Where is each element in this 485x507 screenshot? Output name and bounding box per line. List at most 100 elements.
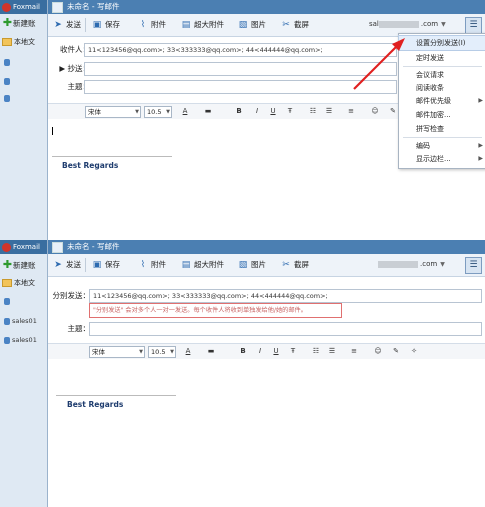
menu-item-label: 定时发送 bbox=[416, 54, 444, 62]
local-folder[interactable]: 本地文 bbox=[2, 277, 46, 290]
masked-account bbox=[378, 20, 419, 28]
menu-item-encoding[interactable]: 编码 ▶ bbox=[399, 139, 485, 153]
picture-label: 图片 bbox=[251, 260, 266, 269]
numbered-list-icon[interactable]: ☰ bbox=[327, 347, 337, 356]
attach-button[interactable]: ⌇ 附件 bbox=[138, 19, 166, 31]
account-item[interactable] bbox=[4, 56, 46, 68]
underline-icon[interactable]: U bbox=[268, 107, 278, 116]
italic-icon[interactable]: I bbox=[255, 347, 265, 356]
local-folder[interactable]: 本地文 bbox=[2, 36, 46, 49]
picture-button[interactable]: ▧ 图片 bbox=[238, 259, 266, 271]
screenshot-button[interactable]: ✂ 截屏 bbox=[281, 19, 309, 31]
size-value: 10.5 bbox=[147, 108, 162, 116]
hamburger-menu-icon[interactable]: ☰ bbox=[465, 17, 482, 34]
chevron-down-icon: ▼ bbox=[441, 21, 446, 28]
font-select[interactable]: 宋体 ▼ bbox=[89, 346, 145, 358]
menu-item-spellcheck[interactable]: 拼写检查 bbox=[399, 122, 485, 136]
account-icon bbox=[4, 77, 10, 85]
format-toolbar: 宋体 ▼ 10.5 ▼ A ▬ B I U Ŧ ☷ ☰ ≡ ☺ ✎ ✧ bbox=[48, 343, 485, 360]
emoji-icon[interactable]: ☺ bbox=[370, 107, 380, 116]
emoji-icon[interactable]: ☺ bbox=[373, 347, 383, 356]
chevron-right-icon: ▶ bbox=[478, 142, 483, 149]
app-title-bar: Foxmail bbox=[0, 240, 47, 254]
send-button[interactable]: ➤ 发送 bbox=[53, 259, 81, 271]
picture-label: 图片 bbox=[251, 20, 266, 29]
account-suffix: .com bbox=[420, 260, 438, 268]
insert-icon[interactable]: ✎ bbox=[391, 347, 401, 356]
compose-window-separate-send: Foxmail ✚新建账 本地文 sales01 sales01 未命名 - 写… bbox=[0, 240, 485, 507]
insert-icon[interactable]: ✎ bbox=[388, 107, 398, 116]
paper-plane-icon: ➤ bbox=[54, 259, 62, 270]
main-sidebar: Foxmail ✚新建账 本地文 bbox=[0, 0, 48, 240]
picture-button[interactable]: ▧ 图片 bbox=[238, 19, 266, 31]
size-select[interactable]: 10.5 ▼ bbox=[144, 106, 172, 118]
signature-text: Best Regards bbox=[62, 161, 119, 170]
bold-icon[interactable]: B bbox=[234, 107, 244, 116]
menu-item-priority[interactable]: 邮件优先级 ▶ bbox=[399, 94, 485, 108]
window-title: 未命名 - 写邮件 bbox=[67, 242, 120, 251]
send-label: 发送 bbox=[66, 260, 81, 269]
strikethrough-icon[interactable]: Ŧ bbox=[288, 347, 298, 356]
size-select[interactable]: 10.5 ▼ bbox=[148, 346, 176, 358]
local-folder-label: 本地文 bbox=[14, 38, 35, 46]
chevron-down-icon: ▼ bbox=[170, 349, 174, 355]
picture-icon: ▧ bbox=[238, 259, 248, 270]
menu-item-label: 设置分别发送(I) bbox=[416, 39, 466, 47]
window-icon bbox=[52, 241, 63, 253]
account-item[interactable]: sales01 bbox=[4, 315, 46, 327]
paperclip-icon: ⌇ bbox=[140, 259, 146, 270]
message-body[interactable]: Best Regards bbox=[48, 359, 485, 507]
font-color-icon[interactable]: A bbox=[183, 347, 193, 356]
bullet-list-icon[interactable]: ☷ bbox=[311, 347, 321, 356]
menu-item-scheduled-send[interactable]: 定时发送 bbox=[399, 51, 485, 65]
new-mail-button[interactable]: ✚新建账 bbox=[2, 15, 46, 31]
window-title-bar: 未命名 - 写邮件 bbox=[48, 240, 485, 254]
font-select[interactable]: 宋体 ▼ bbox=[85, 106, 141, 118]
italic-icon[interactable]: I bbox=[252, 107, 262, 116]
big-attach-label: 超大附件 bbox=[194, 260, 224, 269]
underline-icon[interactable]: U bbox=[271, 347, 281, 356]
save-button[interactable]: ▣ 保存 bbox=[92, 259, 120, 271]
account-item[interactable] bbox=[4, 75, 46, 87]
magic-icon[interactable]: ✧ bbox=[409, 347, 419, 356]
highlight-icon[interactable]: ▬ bbox=[203, 107, 213, 116]
font-color-icon[interactable]: A bbox=[180, 107, 190, 116]
bullet-list-icon[interactable]: ☷ bbox=[308, 107, 318, 116]
screenshot-button[interactable]: ✂ 截屏 bbox=[281, 259, 309, 271]
big-attach-button[interactable]: ▤ 超大附件 bbox=[181, 259, 224, 271]
align-icon[interactable]: ≡ bbox=[349, 347, 359, 356]
menu-item-encrypt[interactable]: 邮件加密... bbox=[399, 108, 485, 122]
strikethrough-icon[interactable]: Ŧ bbox=[285, 107, 295, 116]
bold-icon[interactable]: B bbox=[238, 347, 248, 356]
hamburger-menu-icon[interactable]: ☰ bbox=[465, 257, 482, 274]
highlight-icon[interactable]: ▬ bbox=[206, 347, 216, 356]
account-selector[interactable]: sal .com ▼ bbox=[369, 20, 446, 28]
menu-item-label: 显示边栏... bbox=[416, 155, 451, 163]
window-title-bar: 未命名 - 写邮件 bbox=[48, 0, 485, 14]
attach-button[interactable]: ⌇ 附件 bbox=[138, 259, 166, 271]
big-attach-button[interactable]: ▤ 超大附件 bbox=[181, 19, 224, 31]
account-item[interactable] bbox=[4, 295, 46, 307]
attach-label: 附件 bbox=[151, 260, 166, 269]
menu-item-separate-send[interactable]: 设置分别发送(I) bbox=[398, 35, 485, 51]
numbered-list-icon[interactable]: ☰ bbox=[324, 107, 334, 116]
chevron-down-icon: ▼ bbox=[440, 261, 445, 268]
menu-item-read-receipt[interactable]: 阅读收条 bbox=[399, 81, 485, 95]
menu-item-show-sidebar[interactable]: 显示边栏... ▶ bbox=[399, 152, 485, 166]
toolbar-divider bbox=[85, 258, 86, 272]
separate-send-label: 分别发送： bbox=[52, 291, 91, 300]
folder-icon bbox=[2, 38, 12, 46]
account-item[interactable]: sales01 bbox=[4, 334, 46, 346]
align-icon[interactable]: ≡ bbox=[346, 107, 356, 116]
paper-plane-icon: ➤ bbox=[54, 19, 62, 30]
send-button[interactable]: ➤ 发送 bbox=[53, 19, 81, 31]
big-attach-label: 超大附件 bbox=[194, 20, 224, 29]
new-mail-button[interactable]: ✚新建账 bbox=[2, 257, 46, 273]
save-button[interactable]: ▣ 保存 bbox=[92, 19, 120, 31]
separate-send-field[interactable]: 11<123456@qq.com>; 33<333333@qq.com>; 44… bbox=[89, 289, 482, 303]
account-item[interactable] bbox=[4, 92, 46, 104]
subject-field[interactable] bbox=[89, 322, 482, 336]
text-cursor bbox=[52, 127, 53, 135]
menu-item-meeting-request[interactable]: 会议请求 bbox=[399, 68, 485, 82]
account-selector[interactable]: .com ▼ bbox=[378, 260, 445, 268]
